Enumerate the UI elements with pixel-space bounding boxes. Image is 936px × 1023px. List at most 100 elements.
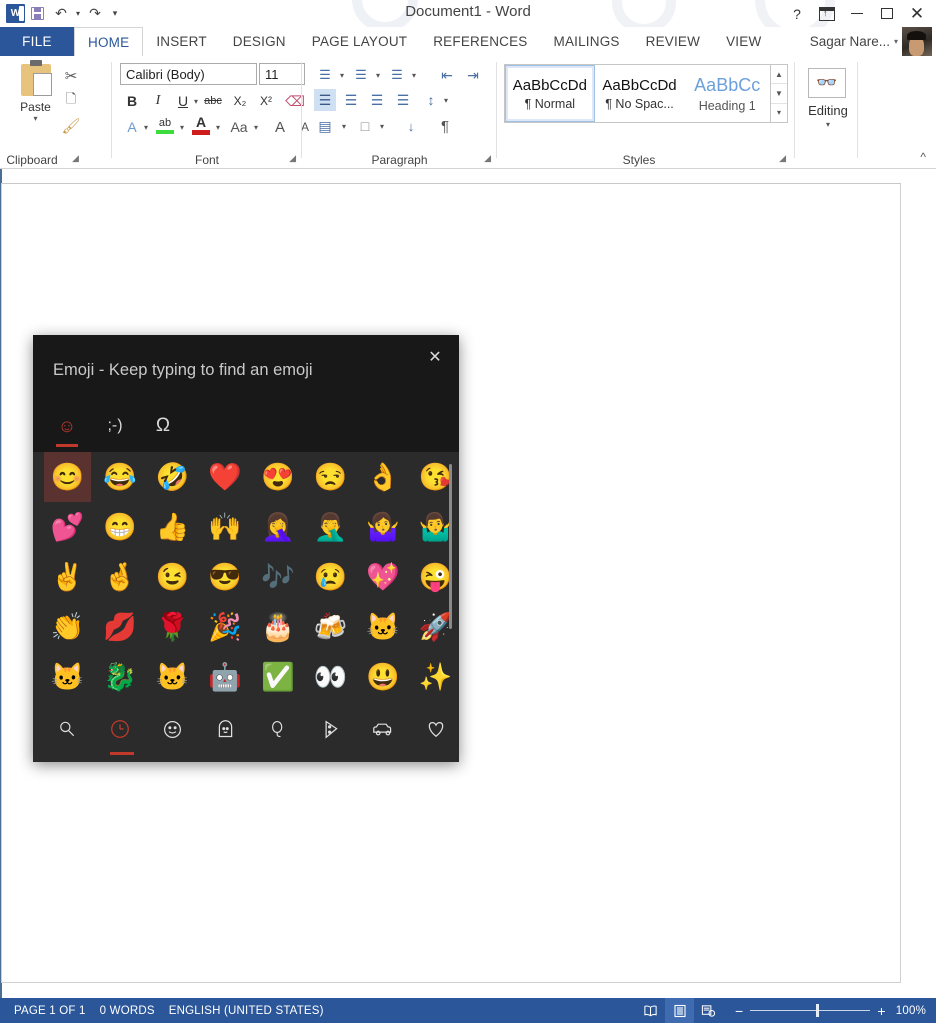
emoji-crossed-fingers[interactable]: 🤞 [97, 552, 144, 602]
maximize-icon[interactable] [872, 1, 902, 27]
show-formatting-marks-icon[interactable]: ¶ [434, 115, 456, 137]
emoji-red-heart[interactable]: ❤️ [202, 452, 249, 502]
chevron-down-icon[interactable]: ▾ [140, 116, 152, 138]
zoom-out-icon[interactable]: − [735, 1003, 743, 1019]
collapse-ribbon-icon[interactable]: ^ [920, 150, 926, 164]
zoom-in-icon[interactable]: + [877, 1003, 885, 1019]
chevron-down-icon[interactable]: ▾ [338, 115, 350, 137]
sort-icon[interactable]: ↓ [400, 115, 422, 137]
zoom-track[interactable] [750, 1003, 871, 1017]
font-size-combo[interactable]: 11 ▾ [259, 63, 305, 398]
style-heading-1[interactable]: AaBbCc Heading 1 [684, 65, 770, 122]
close-icon[interactable]: ✕ [902, 1, 932, 27]
emoji-ninjacat-rocket[interactable]: 🚀 [412, 602, 459, 652]
scissors-icon[interactable]: ✂ [60, 65, 82, 87]
search-icon[interactable] [44, 707, 91, 751]
font-name-combo[interactable]: Calibri (Body) ▾ [120, 63, 257, 398]
zoom-thumb[interactable] [816, 1003, 820, 1017]
emoji-ninjacat-dino[interactable]: 🐉 [97, 652, 144, 702]
text-highlight-icon[interactable]: ab [154, 116, 176, 138]
editing-button[interactable]: 👓 Editing ▾ [808, 68, 848, 129]
tab-insert[interactable]: INSERT [143, 27, 219, 56]
zoom-level[interactable]: 100% [896, 1005, 926, 1017]
emoji-party-popper[interactable]: 🎉 [202, 602, 249, 652]
strikethrough-button[interactable]: abc [202, 90, 224, 112]
grow-font-button[interactable]: A [269, 116, 291, 138]
tab-mailings[interactable]: MAILINGS [541, 27, 633, 56]
chevron-down-icon[interactable]: ▾ [212, 116, 224, 138]
emoji-rolling-on-the-floor-laughing[interactable]: 🤣 [149, 452, 196, 502]
tab-page-layout[interactable]: PAGE LAYOUT [299, 27, 420, 56]
emoji-face-blowing-a-kiss[interactable]: 😘 [412, 452, 459, 502]
chevron-down-icon[interactable]: ▾ [408, 64, 420, 86]
car-transport-icon[interactable] [360, 707, 407, 751]
chevron-down-icon[interactable]: ▾ [372, 64, 384, 86]
emoji-ninjacat-windows[interactable]: 🐱 [44, 652, 91, 702]
emoji-rose[interactable]: 🌹 [149, 602, 196, 652]
chevron-down-icon[interactable]: ▾ [250, 116, 262, 138]
tab-home[interactable]: HOME [74, 27, 144, 56]
styles-dialog-launcher[interactable]: ◢ [779, 153, 786, 164]
scroll-up-icon[interactable]: ▲ [771, 65, 787, 85]
pizza-food-icon[interactable] [307, 707, 354, 751]
justify-icon[interactable]: ☰ [392, 89, 414, 111]
emoji-tab-kaomoji[interactable]: ;-) [91, 407, 139, 445]
multilevel-list-icon[interactable]: ☰ [386, 64, 408, 86]
emoji-musical-notes[interactable]: 🎶 [255, 552, 302, 602]
tab-design[interactable]: DESIGN [220, 27, 299, 56]
align-right-icon[interactable]: ☰ [366, 89, 388, 111]
chevron-down-icon[interactable]: ▾ [176, 116, 188, 138]
read-mode-icon[interactable] [636, 998, 665, 1023]
emoji-ok-hand[interactable]: 👌 [360, 452, 407, 502]
account-menu[interactable]: Sagar Nare... ▾ [810, 27, 936, 56]
emoji-smiling-face-with-smiling-eyes[interactable]: 😊 [44, 452, 91, 502]
emoji-thumbs-up[interactable]: 👍 [149, 502, 196, 552]
word-count[interactable]: 0 WORDS [86, 1005, 155, 1017]
web-layout-icon[interactable] [694, 998, 723, 1023]
paste-button[interactable]: Paste ▾ [8, 60, 63, 123]
emoji-panel[interactable]: Emoji - Keep typing to find an emoji ✕ ☺… [33, 335, 459, 762]
emoji-tab-symbols[interactable]: Ω [139, 407, 187, 445]
paragraph-dialog-launcher[interactable]: ◢ [484, 153, 491, 164]
italic-button[interactable]: I [147, 90, 169, 112]
emoji-woman-shrugging[interactable]: 🤷‍♀️ [360, 502, 407, 552]
people-icon[interactable] [202, 707, 249, 751]
emoji-beaming-face-with-smiling-eyes[interactable]: 😁 [97, 502, 144, 552]
change-case-button[interactable]: Aa [226, 116, 252, 138]
emoji-crying-face[interactable]: 😢 [307, 552, 354, 602]
language-indicator[interactable]: ENGLISH (UNITED STATES) [155, 1005, 324, 1017]
emoji-clapping-hands[interactable]: 👏 [44, 602, 91, 652]
increase-indent-icon[interactable]: ⇥ [462, 64, 484, 86]
print-layout-icon[interactable] [665, 998, 694, 1023]
recent-clock-icon[interactable] [97, 707, 144, 755]
chevron-down-icon[interactable]: ▾ [440, 89, 452, 111]
superscript-button[interactable]: X² [255, 90, 277, 112]
chevron-down-icon[interactable]: ▾ [336, 64, 348, 86]
bullets-icon[interactable]: ☰ [314, 64, 336, 86]
heart-symbols-icon[interactable] [412, 707, 459, 751]
emoji-smiling-face-with-heart-eyes[interactable]: 😍 [255, 452, 302, 502]
chevron-down-icon[interactable]: ▾ [808, 120, 848, 129]
minimize-icon[interactable] [842, 1, 872, 27]
style-normal[interactable]: AaBbCcDd ¶ Normal [505, 65, 595, 122]
emoji-check-mark[interactable]: ✅ [255, 652, 302, 702]
emoji-ninjacat-sub[interactable]: 🐱 [149, 652, 196, 702]
style-no-spacing[interactable]: AaBbCcDd ¶ No Spac... [595, 65, 685, 122]
avatar[interactable] [902, 27, 932, 56]
emoji-grinning-face-with-big-eyes[interactable]: 😃 [360, 652, 407, 702]
emoji-victory-hand[interactable]: ✌️ [44, 552, 91, 602]
tab-view[interactable]: VIEW [713, 27, 774, 56]
tab-review[interactable]: REVIEW [633, 27, 713, 56]
scroll-down-icon[interactable]: ▼ [771, 84, 787, 104]
copy-icon[interactable]: 🗋 [60, 90, 82, 112]
align-center-icon[interactable]: ☰ [340, 89, 362, 111]
emoji-tab-smiley[interactable]: ☺ [43, 407, 91, 447]
emoji-ninjacat-astronaut[interactable]: 🤖 [202, 652, 249, 702]
more-styles-icon[interactable]: ▾ [771, 104, 787, 122]
emoji-clinking-beer-mugs[interactable]: 🍻 [307, 602, 354, 652]
numbering-icon[interactable]: ☰ [350, 64, 372, 86]
emoji-two-hearts[interactable]: 💕 [44, 502, 91, 552]
emoji-eyes[interactable]: 👀 [307, 652, 354, 702]
tab-references[interactable]: REFERENCES [420, 27, 540, 56]
emoji-winking-face[interactable]: 😉 [149, 552, 196, 602]
